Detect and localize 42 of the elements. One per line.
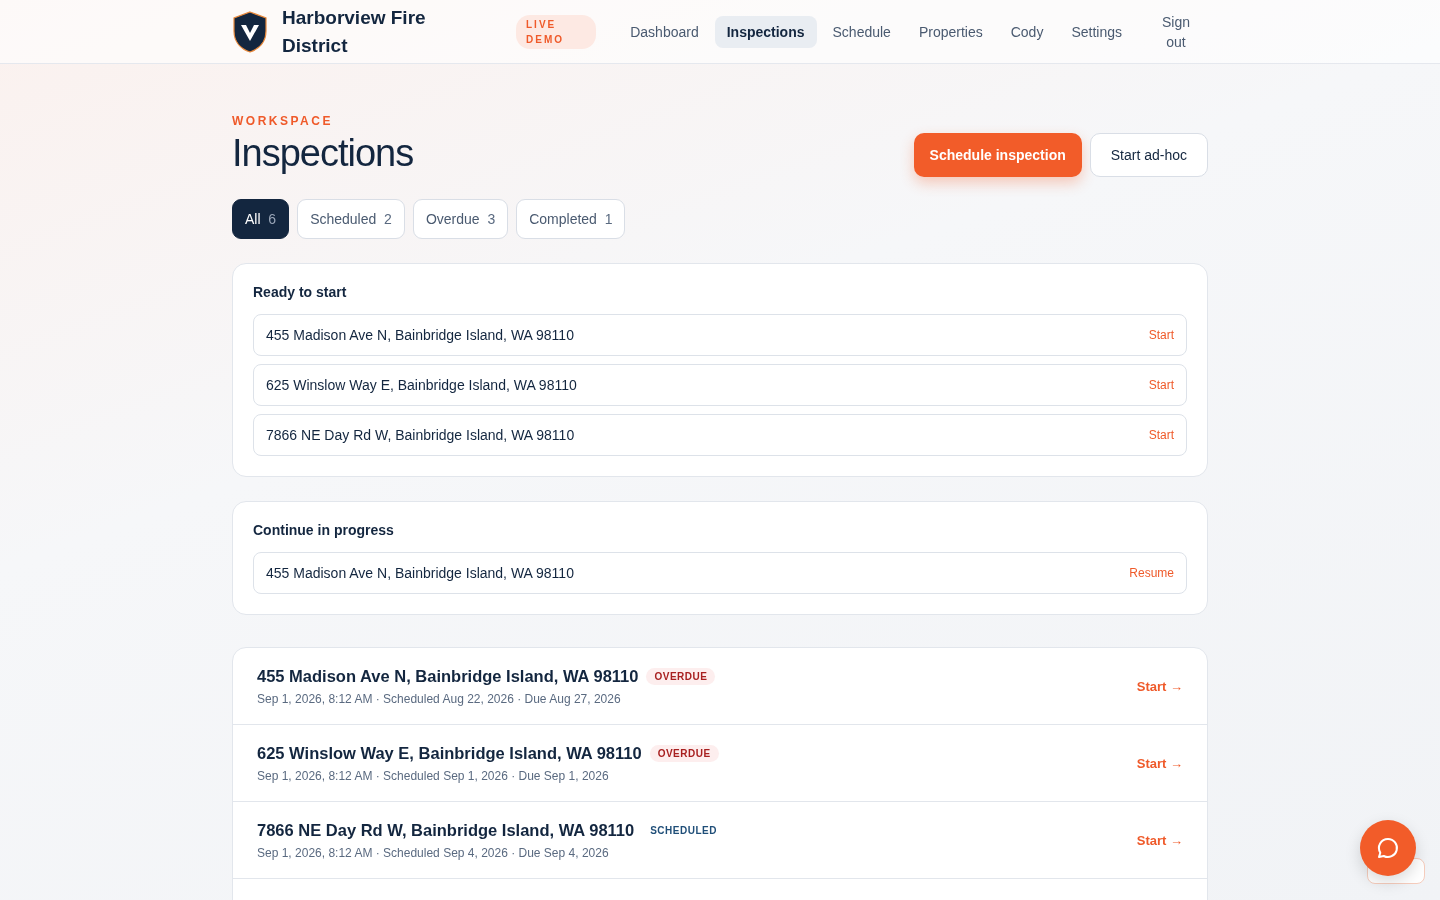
- action-link[interactable]: Start: [1148, 428, 1174, 442]
- chat-button[interactable]: [1360, 820, 1416, 876]
- address-text: 7866 NE Day Rd W, Bainbridge Island, WA 98110: [266, 427, 575, 443]
- card-title: Continue in progress: [253, 522, 395, 538]
- inspection-address: 455 Madison Ave N, Bainbridge Island, WA 98110: [257, 666, 639, 686]
- nav-link[interactable]: Cody: [998, 15, 1056, 48]
- address-row[interactable]: 625 Winslow Way E, Bainbridge Island, WA 98110 Start: [253, 364, 1187, 406]
- nav-link[interactable]: Dashboard: [618, 15, 711, 48]
- status-badge: OVERDUE: [646, 667, 716, 685]
- chat-bubble-icon: [1376, 836, 1400, 860]
- address-row[interactable]: 7866 NE Day Rd W, Bainbridge Island, WA 98110 Start: [253, 414, 1187, 456]
- page-title: Inspections: [232, 132, 414, 175]
- card-title: Ready to start: [253, 284, 348, 300]
- inspection-address: 7866 NE Day Rd W, Bainbridge Island, WA 98110: [257, 820, 635, 840]
- status-label: SCHEDULED: [649, 823, 718, 838]
- filter-chip[interactable]: Completed 1: [516, 199, 626, 239]
- start-ad-hoc-button[interactable]: Start ad-hoc: [1089, 133, 1208, 177]
- inspection-address: 625 Winslow Way E, Bainbridge Island, WA 98110: [257, 743, 642, 763]
- address-row[interactable]: 455 Madison Ave N, Bainbridge Island, WA 98110 Resume: [253, 552, 1187, 594]
- address-row[interactable]: 455 Madison Ave N, Bainbridge Island, WA 98110 Start: [253, 314, 1187, 356]
- filter-chip[interactable]: Overdue 3: [412, 199, 509, 239]
- filter-chip[interactable]: Scheduled 2: [297, 199, 405, 239]
- inspection-meta: Sep 1, 2026, 8:12 AM · Scheduled Sep 1, 2026 · Due Sep 1, 2026: [257, 768, 610, 783]
- nav-link[interactable]: Schedule: [820, 15, 903, 48]
- address-text: 625 Winslow Way E, Bainbridge Island, WA 98110: [266, 377, 577, 393]
- section-eyebrow: WORKSPACE: [232, 114, 334, 128]
- filter-chip[interactable]: All 6: [232, 199, 290, 239]
- brand-name: Harborview Fire District: [282, 5, 427, 58]
- action-link[interactable]: Start: [1148, 378, 1174, 392]
- action-link[interactable]: Start: [1148, 328, 1174, 342]
- inspection-meta: Sep 1, 2026, 8:12 AM · Scheduled Aug 22, 2026 · Due Aug 27, 2026: [257, 691, 622, 706]
- nav-link[interactable]: Inspections: [714, 15, 817, 48]
- live-demo-badge: LIVE DEMO: [516, 14, 596, 49]
- address-text: 455 Madison Ave N, Bainbridge Island, WA 98110: [266, 327, 574, 343]
- nav-link[interactable]: Properties: [906, 15, 995, 48]
- nav-link[interactable]: Settings: [1059, 15, 1134, 48]
- status-badge: OVERDUE: [649, 744, 719, 762]
- sign-out-link[interactable]: Sign out: [1144, 3, 1208, 60]
- shield-logo-icon: [232, 10, 268, 53]
- inspection-meta: Sep 1, 2026, 8:12 AM · Scheduled Sep 4, 2026 · Due Sep 4, 2026: [257, 845, 610, 860]
- address-text: 455 Madison Ave N, Bainbridge Island, WA 98110: [266, 565, 574, 581]
- action-link[interactable]: Resume: [1129, 566, 1174, 580]
